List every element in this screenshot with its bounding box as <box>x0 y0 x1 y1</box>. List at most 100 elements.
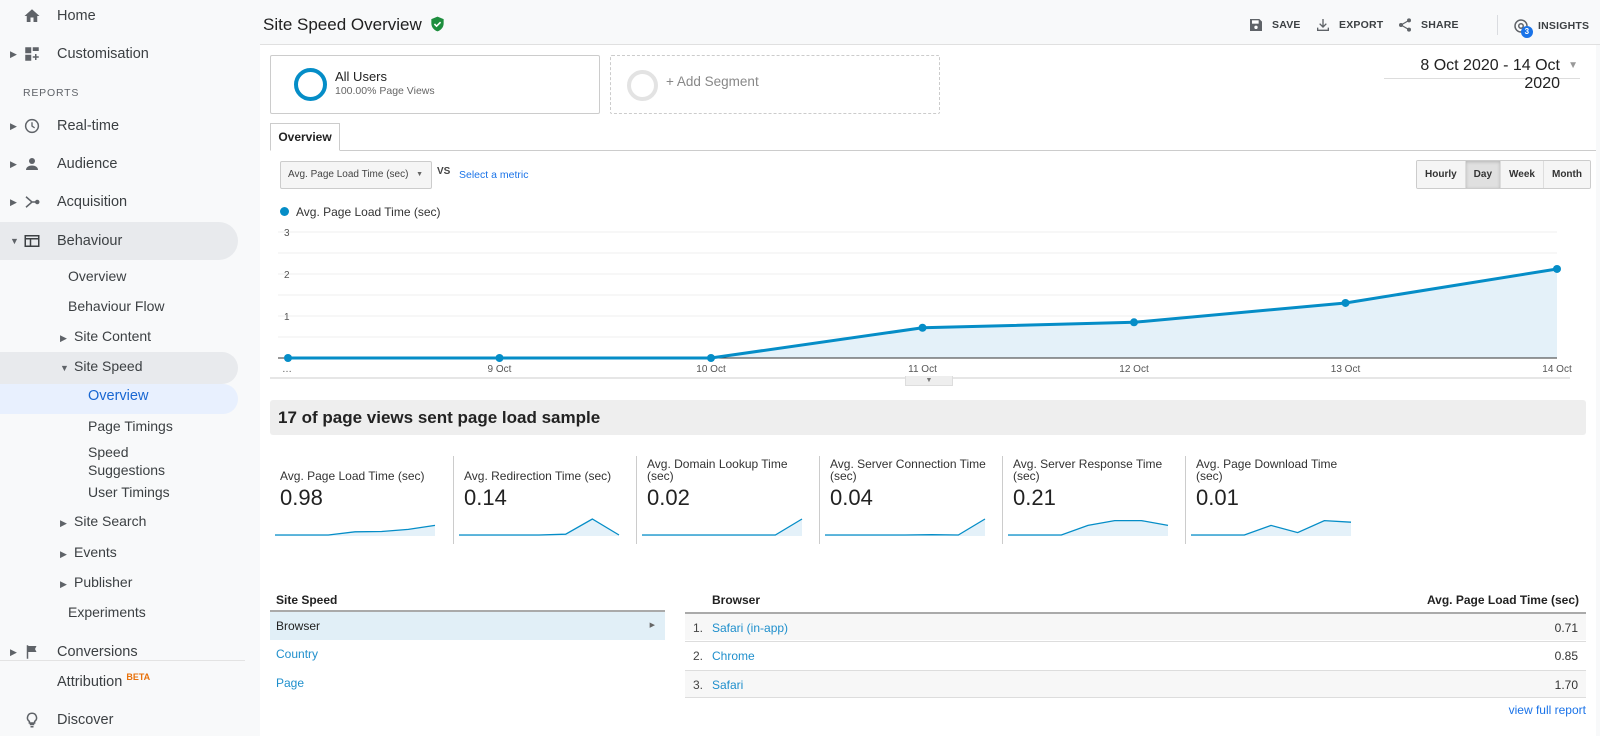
legend-label[interactable]: Avg. Page Load Time (sec) <box>296 205 441 219</box>
caret-down-icon: ▼ <box>10 236 19 246</box>
row-rank: 3. <box>693 678 704 692</box>
sparkline-area <box>1191 520 1351 536</box>
sparkline <box>642 518 803 536</box>
sparkline-area <box>459 519 619 536</box>
y-tick-label: 2 <box>284 270 290 281</box>
series-area <box>288 268 1557 358</box>
sidebar-item-realtime[interactable]: ▶ Real-time <box>0 115 240 137</box>
row-browser-link[interactable]: Safari (in-app) <box>712 614 788 642</box>
reports-heading: REPORTS <box>23 87 80 99</box>
scorecard[interactable]: Avg. Server Response Time (sec) 0.21 <box>1002 456 1182 544</box>
caret-right-icon: ▶ <box>10 646 17 657</box>
sparkline-line <box>642 518 803 536</box>
scorecard[interactable]: Avg. Page Load Time (sec) 0.98 <box>270 456 450 544</box>
data-point <box>1341 298 1350 307</box>
share-button[interactable]: SHARE <box>1397 17 1459 33</box>
date-range-picker[interactable]: 8 Oct 2020 - 14 Oct 2020 ▼ <box>1384 57 1580 92</box>
x-tick-label: 12 Oct <box>1119 364 1149 375</box>
scorecard-label: Avg. Domain Lookup Time (sec) <box>647 457 788 483</box>
sidebar-item-site-search[interactable]: ▶ Site Search <box>60 513 146 529</box>
scorecard[interactable]: Avg. Domain Lookup Time (sec) 0.02 <box>636 456 816 544</box>
download-icon <box>1317 19 1329 31</box>
table-row: 1. Safari (in-app) 0.71 <box>685 612 1586 640</box>
scorecard-value: 0.01 <box>1196 485 1239 510</box>
dimension-browser[interactable]: Browser ▶ <box>270 612 665 640</box>
toolbar-divider <box>1497 15 1498 35</box>
granularity-toggle: Hourly Day Week Month <box>1416 160 1591 189</box>
row-value: 0.71 <box>1554 621 1578 635</box>
person-icon <box>22 154 42 174</box>
add-segment-button[interactable]: + Add Segment <box>610 55 940 114</box>
scorecard-value: 0.14 <box>464 485 507 510</box>
sidebar-item-customisation[interactable]: ▶ Customisation <box>0 43 240 65</box>
select-metric-link[interactable]: Select a metric <box>459 169 528 181</box>
beta-badge: BETA <box>126 672 151 683</box>
save-icon <box>1250 19 1262 31</box>
scorecard-value: 0.02 <box>647 485 690 510</box>
sidebar-item-home[interactable]: Home <box>0 5 240 27</box>
sidebar-item-behaviour[interactable]: ▼ Behaviour <box>0 230 240 252</box>
dimension-page[interactable]: Page <box>270 669 304 697</box>
caret-right-icon: ▶ <box>60 579 67 589</box>
granularity-day[interactable]: Day <box>1465 161 1502 188</box>
scorecard-label: Avg. Page Load Time (sec) <box>280 469 425 483</box>
report-header: Site Speed Overview SAVE EXPORT SHARE 3 … <box>260 0 1600 45</box>
x-tick-label: 14 Oct <box>1542 364 1572 375</box>
dropdown-arrow-icon: ▼ <box>1568 60 1578 71</box>
caret-down-icon: ▼ <box>60 363 69 373</box>
sidebar-item-experiments[interactable]: Experiments <box>68 604 146 620</box>
sidebar-item-page-timings[interactable]: Page Timings <box>88 418 173 434</box>
sidebar-item-acquisition[interactable]: ▶ Acquisition <box>0 191 240 213</box>
save-button[interactable]: SAVE <box>1248 17 1301 33</box>
sparkline-area <box>1008 520 1168 536</box>
scorecard-label: Avg. Server Connection Time (sec) <box>830 457 986 483</box>
sidebar-item-behaviour-overview[interactable]: Overview <box>68 268 126 284</box>
row-rank: 1. <box>693 621 704 635</box>
chart-collapse-toggle[interactable]: ▼ <box>905 376 953 386</box>
export-button[interactable]: EXPORT <box>1315 17 1383 33</box>
sidebar-item-audience[interactable]: ▶ Audience <box>0 153 240 175</box>
view-full-report-link[interactable]: view full report <box>1509 703 1586 717</box>
acquisition-icon <box>22 192 42 212</box>
caret-right-icon: ▶ <box>10 196 17 207</box>
sidebar-item-behaviour-flow[interactable]: Behaviour Flow <box>68 298 165 314</box>
x-tick-label: 10 Oct <box>696 364 726 375</box>
scorecard[interactable]: Avg. Page Download Time (sec) 0.01 <box>1185 456 1365 544</box>
caret-right-icon: ▶ <box>60 549 67 559</box>
segment-all-users[interactable]: All Users 100.00% Page Views <box>270 55 600 114</box>
tab-overview[interactable]: Overview <box>270 123 340 151</box>
sidebar-item-publisher[interactable]: ▶ Publisher <box>60 574 132 590</box>
row-browser-link[interactable]: Safari <box>712 671 743 699</box>
segment-detail: 100.00% Page Views <box>335 85 435 97</box>
row-rank: 2. <box>693 649 704 663</box>
sidebar-item-user-timings[interactable]: User Timings <box>88 484 170 500</box>
sidebar-item-speed-suggestions[interactable]: Speed Suggestions <box>88 443 188 479</box>
flag-icon <box>22 642 42 662</box>
granularity-month[interactable]: Month <box>1543 161 1590 188</box>
sidebar-item-site-speed-overview[interactable]: Overview <box>88 388 148 404</box>
x-tick-label: 13 Oct <box>1331 364 1361 375</box>
dimension-country[interactable]: Country <box>270 640 318 668</box>
insights-button[interactable]: 3 INSIGHTS <box>1512 17 1589 38</box>
data-point <box>495 354 504 362</box>
sidebar-item-site-speed[interactable]: ▼ Site Speed <box>60 358 143 374</box>
scorecard-value: 0.21 <box>1013 485 1056 510</box>
sidebar-item-events[interactable]: ▶ Events <box>60 544 117 560</box>
sparkline <box>825 518 986 536</box>
y-tick-label: 3 <box>284 228 290 239</box>
row-browser-link[interactable]: Chrome <box>712 642 755 670</box>
sidebar-item-attribution[interactable]: Attribution BETA <box>0 670 240 692</box>
sparkline <box>275 524 436 536</box>
sidebar-item-site-content[interactable]: ▶ Site Content <box>60 328 151 344</box>
data-point <box>284 354 292 362</box>
sparkline <box>459 518 620 536</box>
granularity-week[interactable]: Week <box>1501 161 1544 188</box>
sidebar-item-discover[interactable]: Discover <box>0 709 240 731</box>
legend-marker <box>280 207 289 216</box>
data-point <box>918 323 927 332</box>
metric-select[interactable]: Avg. Page Load Time (sec) ▼ <box>280 161 432 189</box>
granularity-hourly[interactable]: Hourly <box>1417 161 1466 188</box>
scorecard[interactable]: Avg. Redirection Time (sec) 0.14 <box>453 456 633 544</box>
caret-right-icon: ▶ <box>10 48 17 59</box>
scorecard[interactable]: Avg. Server Connection Time (sec) 0.04 <box>819 456 999 544</box>
